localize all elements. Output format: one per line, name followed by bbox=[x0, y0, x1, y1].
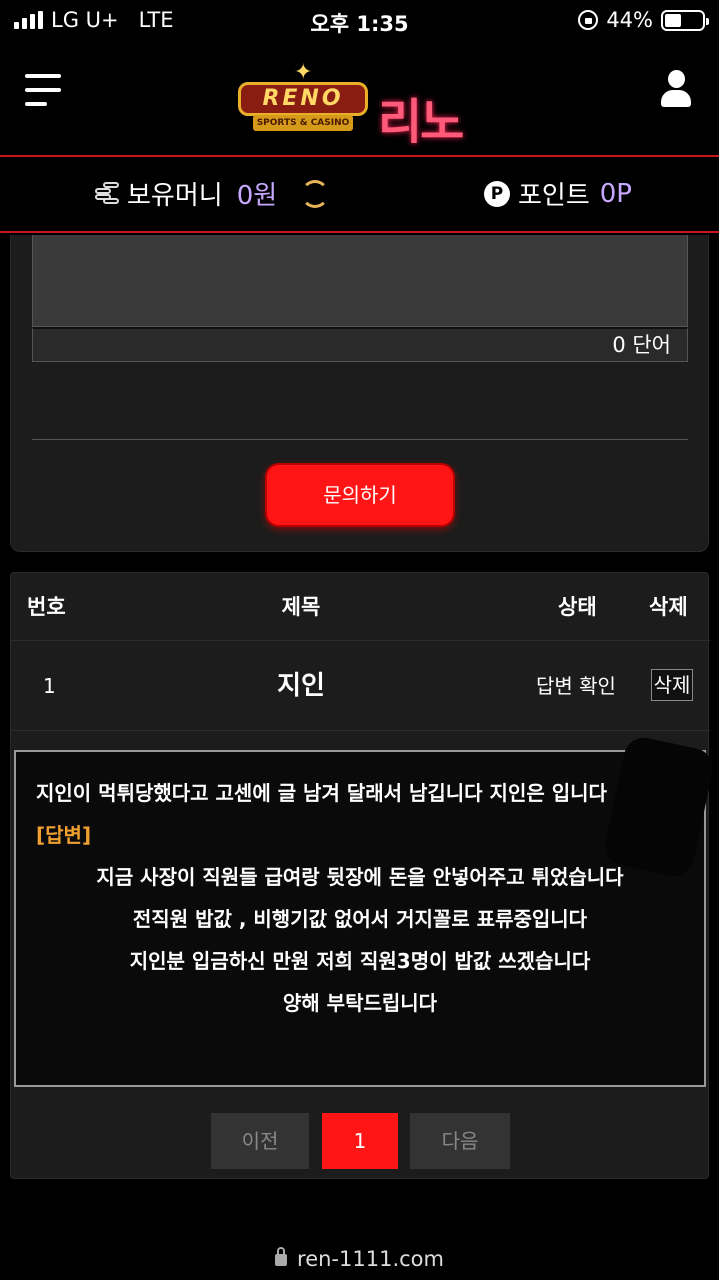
point-value: 0P bbox=[599, 178, 632, 209]
header-delete: 삭제 bbox=[649, 595, 688, 619]
delete-button[interactable]: 삭제 bbox=[651, 669, 693, 701]
lock-icon bbox=[275, 1247, 288, 1266]
inquiry-textarea[interactable] bbox=[32, 235, 688, 327]
wallet-bar: 보유머니 0원 P 포인트 0P bbox=[0, 155, 719, 233]
row-status: 답변 확인 bbox=[536, 674, 616, 698]
url-text: ren-1111.com bbox=[297, 1247, 444, 1271]
site-logo[interactable]: ✦ RENO SPORTS & CASINO 리노 bbox=[238, 60, 483, 150]
point-icon: P bbox=[484, 180, 510, 207]
site-header: ✦ RENO SPORTS & CASINO 리노 bbox=[0, 40, 719, 155]
next-page-button[interactable]: 다음 bbox=[410, 1113, 510, 1169]
table-row[interactable]: 1 지인 답변 확인 삭제 bbox=[11, 641, 710, 731]
inquiry-detail: 지인이 먹튀당했다고 고센에 글 남겨 달래서 남깁니다 지인은 입니다 [답변… bbox=[14, 734, 717, 1087]
logo-korean: 리노 bbox=[378, 94, 464, 150]
status-right: 44% bbox=[578, 8, 709, 32]
refresh-icon[interactable] bbox=[301, 179, 330, 208]
answer-line: 지인분 입금하신 만원 저희 직원3명이 밥값 쓰겠습니다 bbox=[129, 949, 591, 973]
money-label: 보유머니 bbox=[127, 181, 223, 211]
table-header: 번호 제목 상태 삭제 bbox=[11, 573, 710, 641]
header-status: 상태 bbox=[558, 595, 597, 619]
money-balance: 보유머니 0원 bbox=[95, 175, 330, 212]
hamburger-icon[interactable] bbox=[25, 74, 61, 108]
answer-line: 지금 사장이 직원들 급여랑 뒷장에 돈을 안넣어주고 튀었습니다 bbox=[96, 865, 624, 889]
answer-line: 양해 부탁드립니다 bbox=[282, 991, 438, 1015]
inquiry-form: 0 단어 문의하기 bbox=[10, 235, 709, 552]
current-page-button[interactable]: 1 bbox=[322, 1113, 398, 1169]
point-label: 포인트 bbox=[518, 181, 590, 211]
user-icon[interactable] bbox=[661, 70, 691, 108]
inquiry-table: 번호 제목 상태 삭제 1 지인 답변 확인 삭제 지인이 먹튀당했다고 고센에… bbox=[10, 572, 717, 1179]
redaction-smudge bbox=[601, 734, 717, 880]
point-balance: P 포인트 0P bbox=[484, 175, 632, 212]
logo-subtitle: SPORTS & CASINO bbox=[253, 115, 353, 131]
word-count: 0 단어 bbox=[32, 327, 688, 362]
status-bar: LG U+ LTE 오후 1:35 44% bbox=[0, 0, 719, 40]
answer-line: 전직원 밥값 , 비행기값 없어서 거지꼴로 표류중입니다 bbox=[132, 907, 588, 931]
prev-page-button[interactable]: 이전 bbox=[211, 1113, 309, 1169]
pagination: 이전 1 다음 bbox=[11, 1113, 710, 1169]
rotation-lock-icon bbox=[578, 10, 599, 30]
submit-inquiry-button[interactable]: 문의하기 bbox=[265, 463, 455, 527]
question-text: 지인이 먹튀당했다고 고센에 글 남겨 달래서 남깁니다 지인은 입니다 bbox=[36, 781, 607, 805]
answer-label: [답변] bbox=[36, 823, 92, 847]
money-value: 0원 bbox=[236, 181, 278, 211]
header-title: 제목 bbox=[281, 595, 321, 619]
battery-percent: 44% bbox=[606, 8, 653, 32]
browser-url-bar[interactable]: ren-1111.com bbox=[0, 1238, 719, 1280]
logo-wordmark: RENO bbox=[238, 82, 368, 116]
battery-icon bbox=[661, 9, 709, 31]
divider bbox=[32, 439, 688, 440]
coins-icon bbox=[95, 181, 121, 206]
row-title[interactable]: 지인 bbox=[11, 641, 591, 731]
